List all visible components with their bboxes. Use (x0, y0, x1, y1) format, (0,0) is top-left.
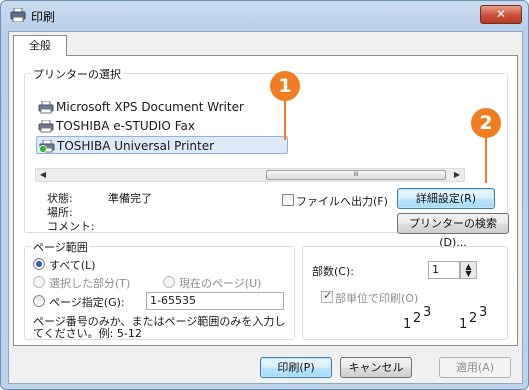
printer-icon (38, 120, 54, 133)
page-range-label: ページ範囲 (31, 239, 90, 255)
scroll-right-icon[interactable]: ▶ (450, 169, 464, 181)
copies-input[interactable]: 1 (428, 261, 460, 279)
collate-checkbox[interactable] (321, 289, 333, 303)
range-selection-label[interactable]: 選択した部分(T) (49, 275, 130, 291)
page-range-group: ページ範囲 すべて(L) 選択した部分(T) 現在のページ(U) ページ指定(G… (24, 239, 295, 340)
printer-icon (38, 101, 54, 114)
title-bar[interactable]: 印刷 ✕ (1, 1, 528, 29)
range-selection-radio[interactable] (33, 276, 45, 288)
collate-label[interactable]: 部単位で印刷(O) (335, 290, 418, 306)
callout-2-leader (485, 137, 487, 183)
callout-1-badge: 1 (270, 71, 300, 101)
apply-button[interactable]: 適用(A) (439, 357, 511, 378)
range-all-label[interactable]: すべて(L) (49, 257, 96, 273)
scroll-left-icon[interactable]: ◀ (36, 169, 50, 181)
default-printer-icon (39, 140, 55, 153)
collate-page-3: 3 (423, 305, 432, 320)
printer-select-group: プリンターの選択 Microsoft XPS Document Writer T… (24, 66, 509, 249)
collate-page-2: 2 (413, 311, 422, 326)
close-icon: ✕ (495, 7, 507, 21)
print-dialog: 印刷 ✕ 全般 プリンターの選択 Microsoft XPS Document (0, 0, 529, 390)
find-printer-button[interactable]: プリンターの検索(D)... (397, 213, 509, 249)
collate-page-1: 1 (403, 317, 412, 332)
close-button[interactable]: ✕ (480, 5, 522, 24)
printer-name: TOSHIBA Universal Printer (57, 139, 215, 153)
tab-panel-general: プリンターの選択 Microsoft XPS Document Writer T… (13, 55, 518, 346)
copies-label: 部数(C): (312, 265, 354, 278)
spin-down-icon[interactable]: ▼ (461, 270, 476, 278)
print-to-file-checkbox[interactable] (282, 194, 294, 206)
range-current-radio[interactable] (163, 276, 175, 288)
range-current-label[interactable]: 現在のページ(U) (179, 275, 261, 291)
collate-page-3: 3 (479, 305, 488, 320)
copies-spinner[interactable]: ▲ ▼ (460, 261, 477, 279)
status-value: 準備完了 (108, 192, 152, 205)
callout-2-badge: 2 (471, 108, 501, 138)
range-hint-line2: てください。例: 5-12 (33, 327, 142, 340)
page-range-input[interactable]: 1-65535 (146, 292, 284, 310)
range-pages-radio[interactable] (33, 295, 45, 307)
printer-list-scrollbar[interactable]: ◀ III ▶ (35, 168, 465, 182)
cancel-button[interactable]: キャンセル (340, 357, 412, 378)
printer-name: TOSHIBA e-STUDIO Fax (56, 119, 195, 133)
printer-select-label: プリンターの選択 (31, 66, 123, 82)
scroll-thumb[interactable]: III (266, 170, 446, 180)
printer-item-xps[interactable]: Microsoft XPS Document Writer (36, 98, 306, 116)
print-button[interactable]: 印刷(P) (260, 357, 332, 378)
callout-1-leader (284, 100, 286, 140)
dialog-body: 全般 プリンターの選択 Microsoft XPS Document Write… (8, 31, 523, 384)
preferences-button[interactable]: 詳細設定(R) (397, 188, 495, 209)
range-pages-label[interactable]: ページ指定(G): (49, 294, 125, 310)
tab-general[interactable]: 全般 (13, 35, 67, 56)
comment-label: コメント: (47, 220, 95, 233)
collate-page-2: 2 (469, 311, 478, 326)
printer-icon (10, 8, 26, 22)
printer-name: Microsoft XPS Document Writer (56, 100, 244, 114)
print-to-file-label[interactable]: ファイルへ出力(F) (296, 193, 388, 209)
printer-item-universal[interactable]: TOSHIBA Universal Printer (36, 136, 288, 154)
printer-list[interactable]: Microsoft XPS Document Writer TOSHIBA e-… (35, 95, 463, 160)
printer-item-fax[interactable]: TOSHIBA e-STUDIO Fax (36, 117, 306, 135)
window-title: 印刷 (31, 10, 56, 24)
range-all-radio[interactable] (33, 258, 45, 270)
copies-group: 部数(C): 1 ▲ ▼ 部単位で印刷(O) 1 2 3 1 2 3 (302, 246, 508, 340)
collate-page-1: 1 (459, 317, 468, 332)
